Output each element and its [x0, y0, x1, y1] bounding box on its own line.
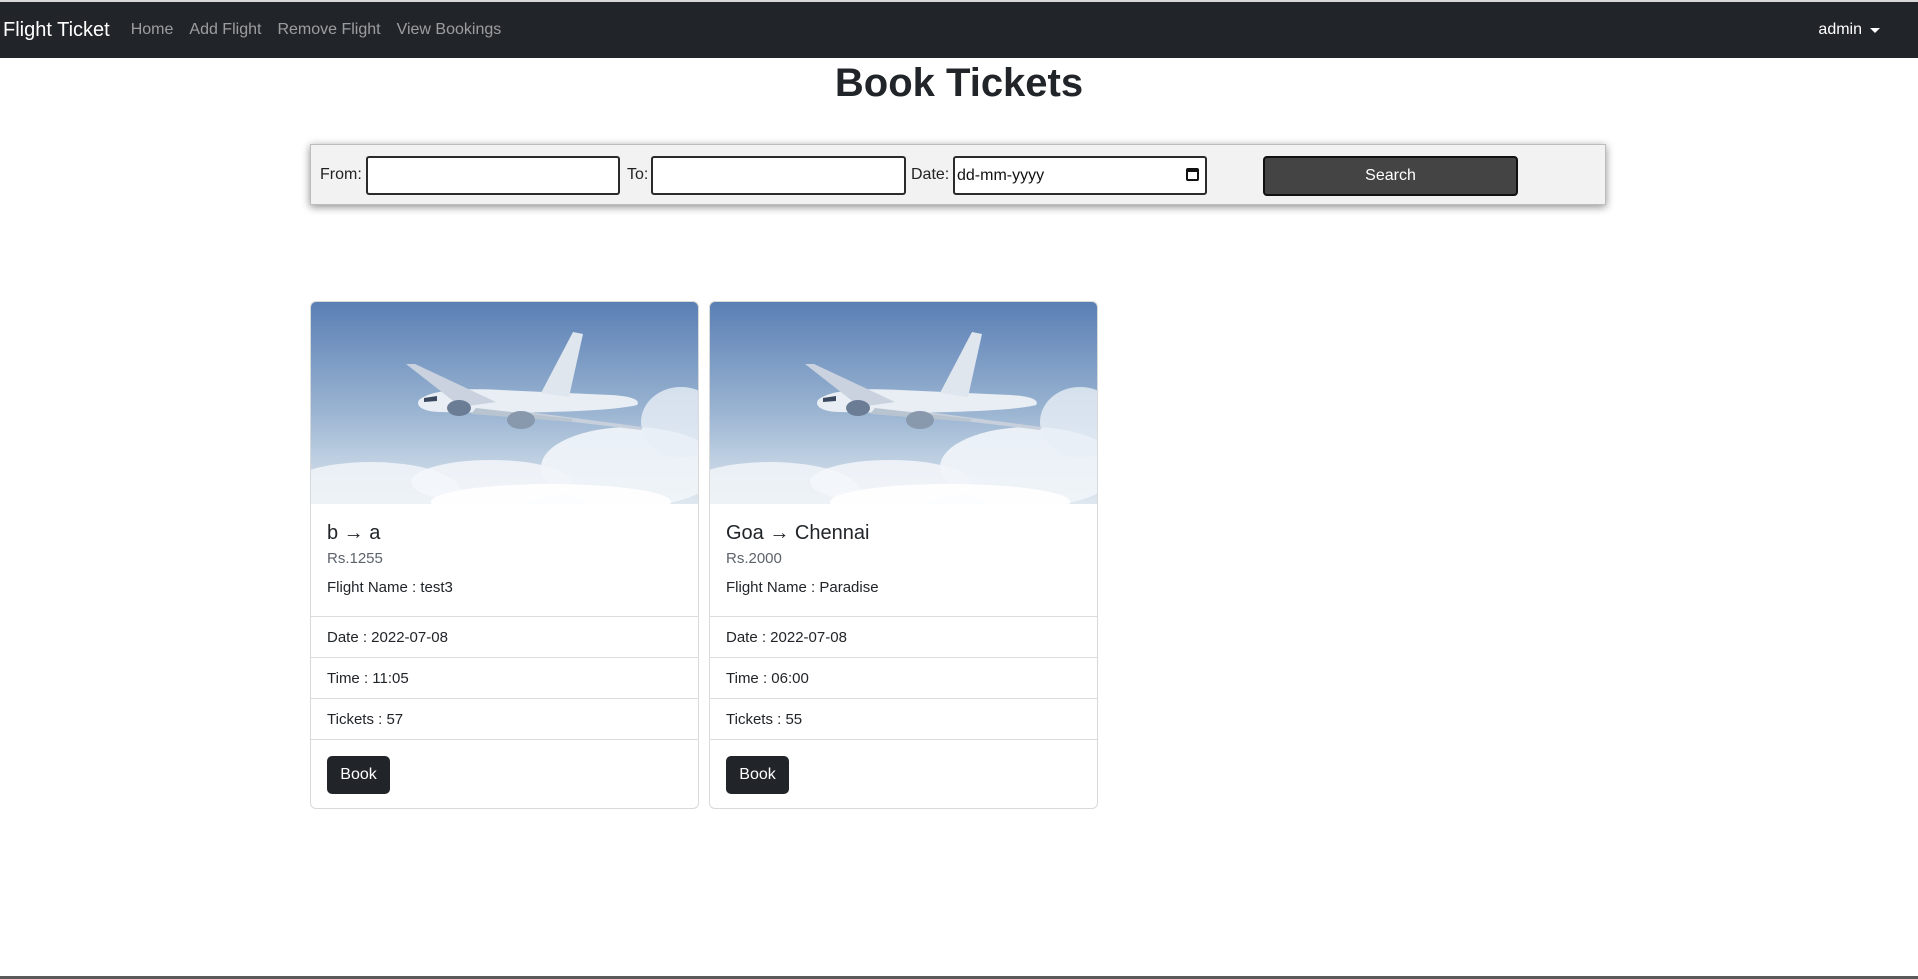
- chevron-down-icon: [1870, 27, 1880, 33]
- divider: [311, 616, 698, 617]
- search-form: From: To: Date: dd-mm-yyyy Search: [310, 144, 1606, 205]
- flight-name: Flight Name : test3: [327, 579, 453, 596]
- navbar: Flight Ticket Home Add Flight Remove Fli…: [0, 2, 1918, 58]
- divider: [710, 616, 1097, 617]
- flight-name: Flight Name : Paradise: [726, 579, 879, 596]
- flight-tickets: Tickets : 55: [726, 711, 803, 728]
- flight-card: b → a Rs.1255 Flight Name : test3 Date :…: [310, 301, 699, 809]
- flight-date: Date : 2022-07-08: [327, 629, 448, 646]
- brand-logo[interactable]: Flight Ticket: [3, 19, 110, 42]
- flight-route: Goa → Chennai: [726, 522, 870, 544]
- airplane-photo: [710, 302, 1097, 504]
- from-input[interactable]: [366, 156, 620, 195]
- flight-date: Date : 2022-07-08: [726, 629, 847, 646]
- date-label: Date:: [911, 166, 950, 183]
- flight-time: Time : 06:00: [726, 670, 809, 687]
- flight-route: b → a: [327, 522, 381, 544]
- nav-link-remove-flight[interactable]: Remove Flight: [277, 21, 380, 39]
- divider: [311, 739, 698, 740]
- search-button[interactable]: Search: [1263, 156, 1518, 196]
- book-button[interactable]: Book: [327, 756, 390, 794]
- flight-price: Rs.1255: [327, 550, 383, 567]
- calendar-icon[interactable]: [1186, 168, 1199, 181]
- airplane-photo: [311, 302, 698, 504]
- to-label: To:: [627, 166, 649, 183]
- to-input[interactable]: [651, 156, 906, 195]
- date-placeholder: dd-mm-yyyy: [957, 167, 1045, 184]
- page-title: Book Tickets: [834, 61, 1084, 105]
- flight-time: Time : 11:05: [327, 670, 409, 687]
- from-label: From:: [320, 166, 362, 183]
- divider: [710, 739, 1097, 740]
- divider: [710, 657, 1097, 658]
- flight-tickets: Tickets : 57: [327, 711, 404, 728]
- user-menu-dropdown[interactable]: admin: [1818, 2, 1880, 58]
- date-input[interactable]: dd-mm-yyyy: [953, 156, 1207, 195]
- nav-link-add-flight[interactable]: Add Flight: [189, 21, 261, 39]
- user-name: admin: [1818, 21, 1862, 38]
- divider: [710, 698, 1097, 699]
- nav-link-home[interactable]: Home: [131, 21, 174, 39]
- divider: [311, 657, 698, 658]
- book-button[interactable]: Book: [726, 756, 789, 794]
- flight-price: Rs.2000: [726, 550, 782, 567]
- divider: [311, 698, 698, 699]
- nav-link-view-bookings[interactable]: View Bookings: [397, 21, 502, 39]
- flight-card: Goa → Chennai Rs.2000 Flight Name : Para…: [709, 301, 1098, 809]
